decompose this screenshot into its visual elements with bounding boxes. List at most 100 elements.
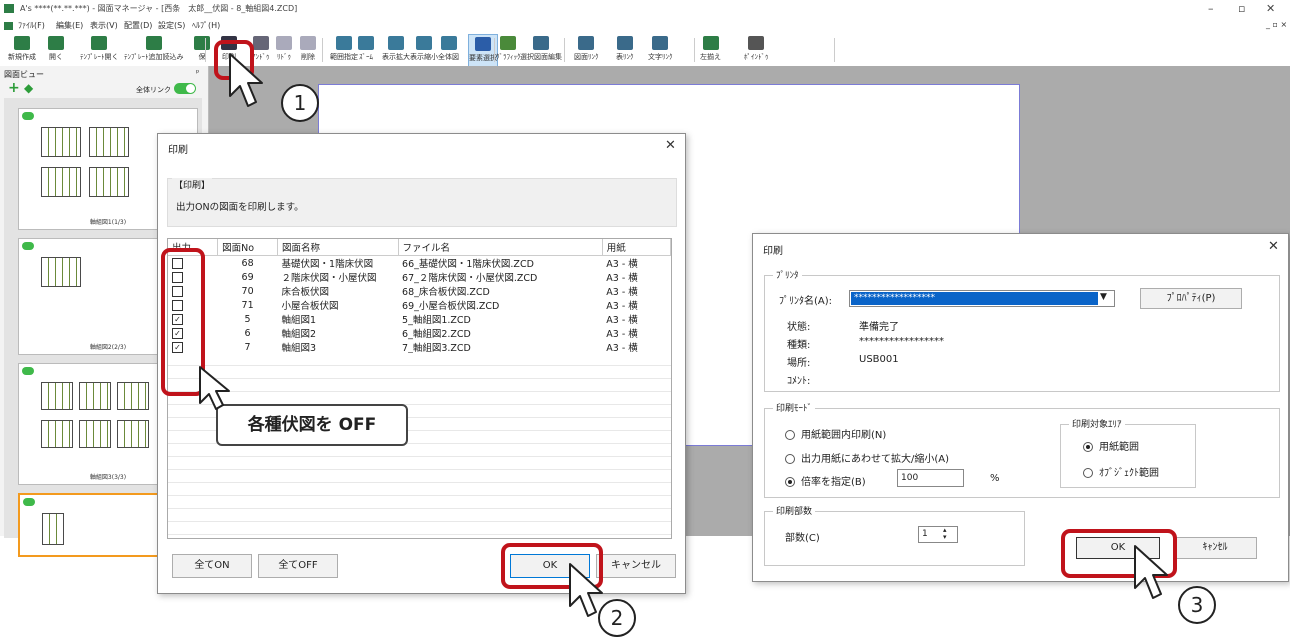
toolbar-button-12[interactable]: 表示縮小 — [410, 34, 438, 66]
drawing-name: ２階床伏図・小屋伏図 — [281, 273, 377, 284]
table-row[interactable]: 68 基礎伏図・1階床伏図 66_基礎伏図・1階床伏図.ZCD A3 - 横 — [168, 256, 671, 270]
info-box: 【印刷】 出力ONの図面を印刷します。 — [167, 178, 677, 227]
template-add-icon — [145, 36, 162, 50]
zoom-out-icon — [416, 36, 432, 50]
drawing-no: 7 — [244, 341, 251, 353]
menu-settings[interactable]: 設定(S) — [158, 20, 185, 31]
toolbar-button-18[interactable]: 表ﾘﾝｸ — [616, 34, 634, 66]
new-icon — [14, 36, 30, 50]
menu-edit[interactable]: 編集(E) — [56, 20, 83, 31]
printer-group-label: ﾌﾟﾘﾝﾀ — [773, 268, 802, 281]
copies-group: 印刷部数 部数(C) 1 ▴ ▾ — [764, 504, 1025, 566]
drawing-name: 軸組図3 — [281, 343, 317, 354]
toolbar-button-16[interactable]: 選択図面編集 — [520, 34, 562, 66]
link-all-toggle[interactable] — [174, 83, 196, 94]
print-area-label: 印刷対象ｴﾘｱ — [1069, 417, 1125, 430]
table-row[interactable]: 69 ２階床伏図・小屋伏図 67_２階床伏図・小屋伏図.ZCD A3 - 横 — [168, 270, 671, 284]
diamond-icon[interactable]: ◆ — [24, 81, 33, 95]
file-name: 5_軸組図1.ZCD — [402, 315, 471, 326]
toolbar-button-17[interactable]: 図面ﾘﾝｸ — [574, 34, 599, 66]
col-file[interactable]: ファイル名 — [398, 239, 603, 256]
paper-size: A3 - 横 — [606, 329, 638, 340]
paper-size: A3 - 横 — [606, 273, 638, 284]
restore-icon[interactable]: ▫ — [1238, 2, 1245, 15]
type-value: ***************** — [859, 336, 944, 347]
link-badge-icon — [22, 242, 34, 250]
table-row[interactable]: ✓ 6 軸組図2 6_軸組図2.ZCD A3 - 横 — [168, 326, 671, 340]
mode-option-custom-scale[interactable]: 倍率を指定(B) — [785, 473, 866, 488]
link-badge-icon — [22, 367, 34, 375]
mode-option-fit-paper[interactable]: 用紙範囲内印刷(N) — [785, 426, 886, 441]
menu-file[interactable]: ﾌｧｲﾙ(F) — [18, 20, 45, 31]
toolbar-button-0[interactable]: 新規作成 — [8, 34, 36, 66]
menu-layout[interactable]: 配置(D) — [124, 20, 152, 31]
print-mode-label: 印刷ﾓｰﾄﾞ — [773, 401, 816, 414]
table-row[interactable]: ✓ 7 軸組図3 7_軸組図3.ZCD A3 - 横 — [168, 340, 671, 354]
close-icon[interactable]: ✕ — [1266, 2, 1275, 15]
area-option-paper[interactable]: 用紙範囲 — [1083, 438, 1139, 453]
toolbar-button-20[interactable]: 左揃え — [700, 34, 721, 66]
drawing-list: 出力 図面No 図面名称 ファイル名 用紙 68 基礎伏図・1階床伏図 66_基礎伏… — [167, 238, 672, 539]
toolbar-button-15[interactable]: ｸﾞﾗﾌｨｯｸ — [496, 34, 521, 66]
toolbar-button-19[interactable]: 文字ﾘﾝｸ — [648, 34, 673, 66]
menu-help[interactable]: ﾍﾙﾌﾟ(H) — [192, 20, 220, 31]
close-icon[interactable]: ✕ — [665, 138, 676, 153]
col-paper[interactable]: 用紙 — [602, 239, 671, 256]
range-icon — [336, 36, 352, 50]
toolbar-button-11[interactable]: 表示拡大 — [382, 34, 410, 66]
toolbar-button-10[interactable]: ｽﾞｰﾑ — [358, 34, 374, 66]
cursor-arrow-icon — [229, 53, 263, 107]
col-no[interactable]: 図面No — [217, 239, 279, 256]
paper-size: A3 - 横 — [606, 343, 638, 354]
mode-option-scale-to-paper[interactable]: 出力用紙にあわせて拡大/縮小(A) — [785, 450, 949, 465]
add-icon[interactable]: + — [8, 80, 20, 96]
callout-box: 各種伏図を OFF — [216, 404, 408, 446]
toolbar-button-13[interactable]: 全体図 — [438, 34, 459, 66]
file-name: 67_２階床伏図・小屋伏図.ZCD — [402, 273, 538, 284]
toolbar-button-2[interactable]: ﾃﾝﾌﾟﾚｰﾄ開く — [80, 34, 119, 66]
step-marker-1: 1 — [281, 84, 319, 122]
printer-name-label: ﾌﾟﾘﾝﾀ名(A): — [779, 296, 833, 307]
table-row[interactable]: 70 床合板伏図 68_床合板伏図.ZCD A3 - 横 — [168, 284, 671, 298]
all-on-button[interactable]: 全てON — [172, 554, 252, 578]
close-icon[interactable]: ✕ — [1268, 239, 1279, 254]
table-row[interactable]: 71 小屋合板伏図 69_小屋合板伏図.ZCD A3 - 横 — [168, 298, 671, 312]
toolbar-label: 図面ﾘﾝｸ — [574, 53, 599, 61]
redo-icon — [276, 36, 292, 50]
col-name[interactable]: 図面名称 — [277, 239, 399, 256]
minimize-icon[interactable]: – — [1208, 2, 1214, 15]
mdi-controls[interactable]: _ ▫ × — [1266, 20, 1287, 29]
toolbar-label: 新規作成 — [8, 53, 36, 61]
copies-spin-icon[interactable]: ▴ ▾ — [943, 527, 947, 541]
toolbar-button-4[interactable]: 保 — [194, 34, 210, 66]
drawing-name: 軸組図1 — [281, 315, 317, 326]
toolbar-label: 削除 — [301, 53, 315, 61]
printer-cancel-button[interactable]: ｷｬﾝｾﾙ — [1173, 537, 1257, 559]
panel-pin-icon[interactable]: ᵖ — [196, 68, 199, 77]
toolbar-button-7[interactable]: ﾘﾄﾞｩ — [276, 34, 292, 66]
toolbar-button-9[interactable]: 範囲指定 — [330, 34, 358, 66]
title-bar: A's ****(**.**.***) - 図面マネージャ - [西条 太郎__… — [0, 0, 1290, 18]
printer-select[interactable]: ****************** ▼ — [849, 290, 1115, 307]
toolbar-button-1[interactable]: 開く — [48, 34, 64, 66]
drawing-no: 69 — [241, 271, 254, 283]
scale-input[interactable]: 100 — [897, 469, 964, 487]
doc-icon — [4, 22, 13, 30]
link-all-label: 全体リンク — [136, 86, 171, 94]
all-off-button[interactable]: 全てOFF — [258, 554, 338, 578]
radio-selected-icon — [1083, 442, 1093, 452]
toolbar-label: 表ﾘﾝｸ — [616, 53, 634, 61]
table-row[interactable]: ✓ 5 軸組図1 5_軸組図1.ZCD A3 - 横 — [168, 312, 671, 326]
align-left-icon — [702, 36, 719, 50]
drawing-table: 出力 図面No 図面名称 ファイル名 用紙 68 基礎伏図・1階床伏図 66_基礎伏… — [168, 239, 671, 368]
menu-view[interactable]: 表示(V) — [90, 20, 118, 31]
copies-input[interactable]: 1 — [918, 526, 958, 543]
panel-title: 図面ビュー — [4, 70, 44, 79]
toolbar-button-8[interactable]: 削除 — [300, 34, 316, 66]
toolbar-button-3[interactable]: ﾃﾝﾌﾟﾚｰﾄ追加読込み — [124, 34, 184, 66]
area-option-object[interactable]: ｵﾌﾞｼﾞｪｸﾄ範囲 — [1083, 464, 1159, 479]
undo-icon — [252, 36, 269, 50]
delete-icon — [300, 36, 316, 50]
toolbar-button-21[interactable]: ﾎﾟｲﾝﾄﾞｩ — [744, 34, 769, 66]
properties-button[interactable]: ﾌﾟﾛﾊﾟﾃｨ(P) — [1140, 288, 1242, 309]
